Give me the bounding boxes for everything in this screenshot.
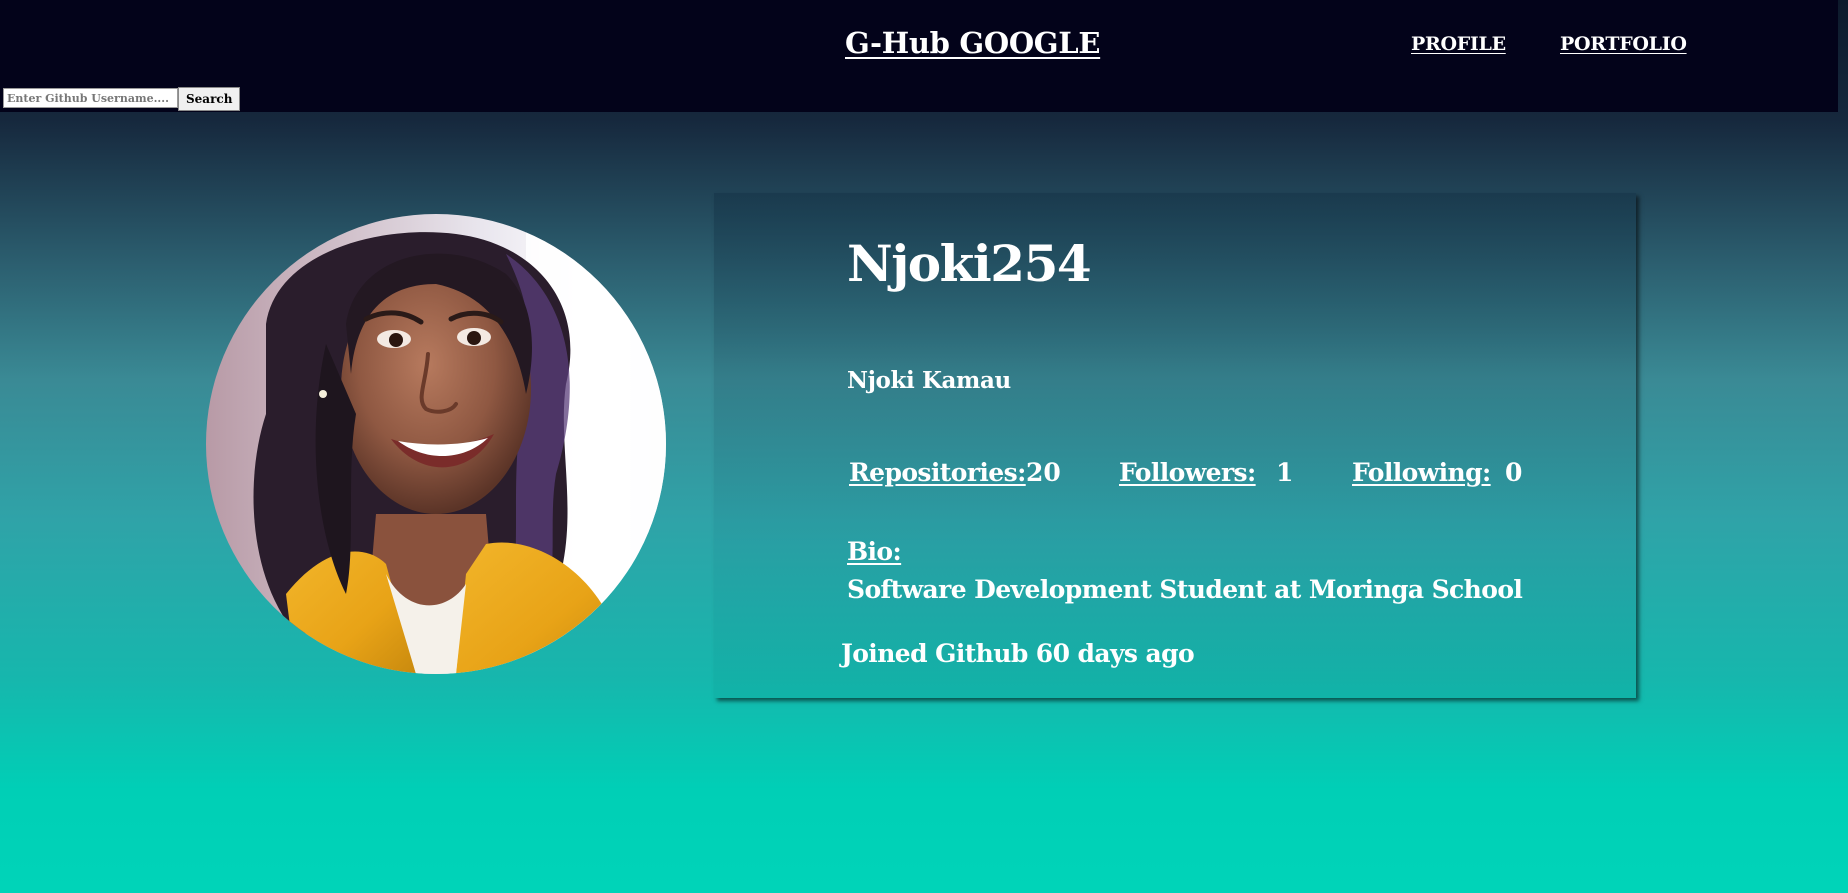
repositories-label[interactable]: Repositories: [849, 458, 1026, 487]
bio-label: Bio: [847, 537, 902, 566]
bio-text: Software Development Student at Moringa … [847, 575, 1523, 604]
avatar-photo-icon [206, 214, 666, 674]
avatar [206, 214, 666, 674]
site-brand-title[interactable]: G-Hub GOOGLE [845, 26, 1100, 60]
username-search-input[interactable] [3, 88, 178, 108]
profile-username: Njoki254 [847, 234, 1092, 293]
search-button[interactable]: Search [178, 87, 241, 111]
followers-count: 1 [1276, 458, 1294, 487]
joined-date: Joined Github 60 days ago [841, 639, 1195, 668]
nav-link-profile[interactable]: PROFILE [1411, 33, 1506, 55]
top-navbar: G-Hub GOOGLE PROFILE PORTFOLIO Search [0, 0, 1838, 112]
following-label[interactable]: Following: [1352, 458, 1491, 487]
search-form: Search [3, 87, 241, 112]
profile-full-name: Njoki Kamau [847, 367, 1011, 394]
followers-label[interactable]: Followers: [1119, 458, 1256, 487]
following-count: 0 [1505, 458, 1523, 487]
nav-link-portfolio[interactable]: PORTFOLIO [1560, 33, 1687, 55]
repositories-count: 20 [1026, 458, 1061, 487]
